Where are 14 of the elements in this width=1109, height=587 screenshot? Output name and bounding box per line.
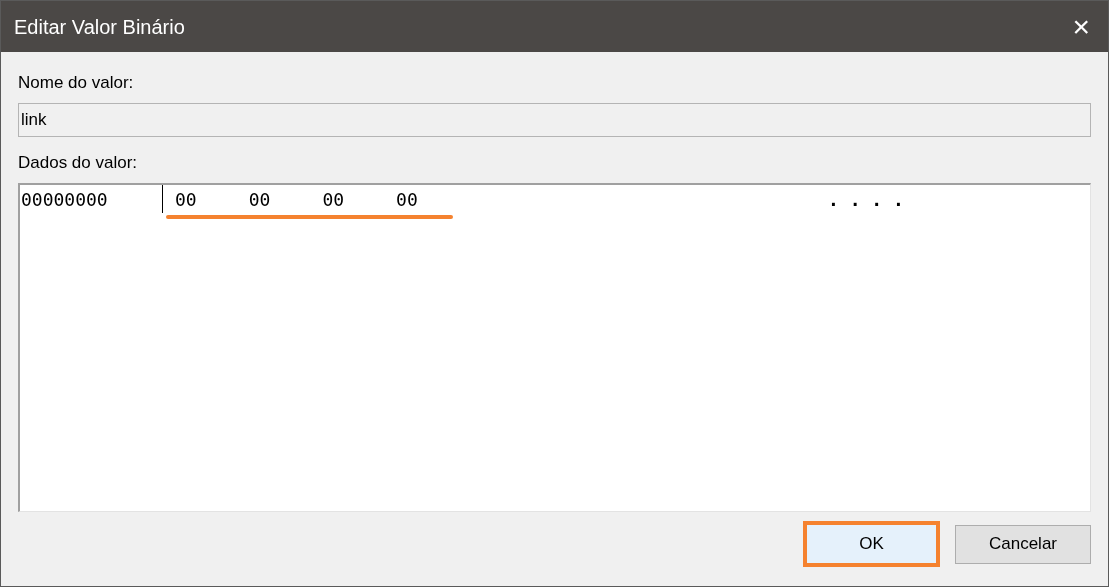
hex-byte: 00 <box>322 189 345 211</box>
offset-text: 00000000 <box>20 185 163 213</box>
hex-byte: 00 <box>396 189 418 211</box>
dialog-button[interactable]: Cancelar <box>955 524 1091 564</box>
hex-byte: 00 <box>175 189 197 211</box>
hex-byte: 00 <box>248 189 271 211</box>
value-name-field[interactable]: link <box>18 103 1091 137</box>
hex-editor[interactable]: 00000000 00 00 00 00 . . . . <box>18 183 1091 512</box>
dialog-button[interactable]: OK <box>803 521 940 567</box>
close-button[interactable]: × <box>1068 11 1094 42</box>
window-title: Editar Valor Binário <box>14 14 185 40</box>
ascii-text: . . . . <box>828 188 904 211</box>
field-label: Nome do valor: <box>18 72 134 94</box>
field-label: Dados do valor: <box>18 152 138 174</box>
